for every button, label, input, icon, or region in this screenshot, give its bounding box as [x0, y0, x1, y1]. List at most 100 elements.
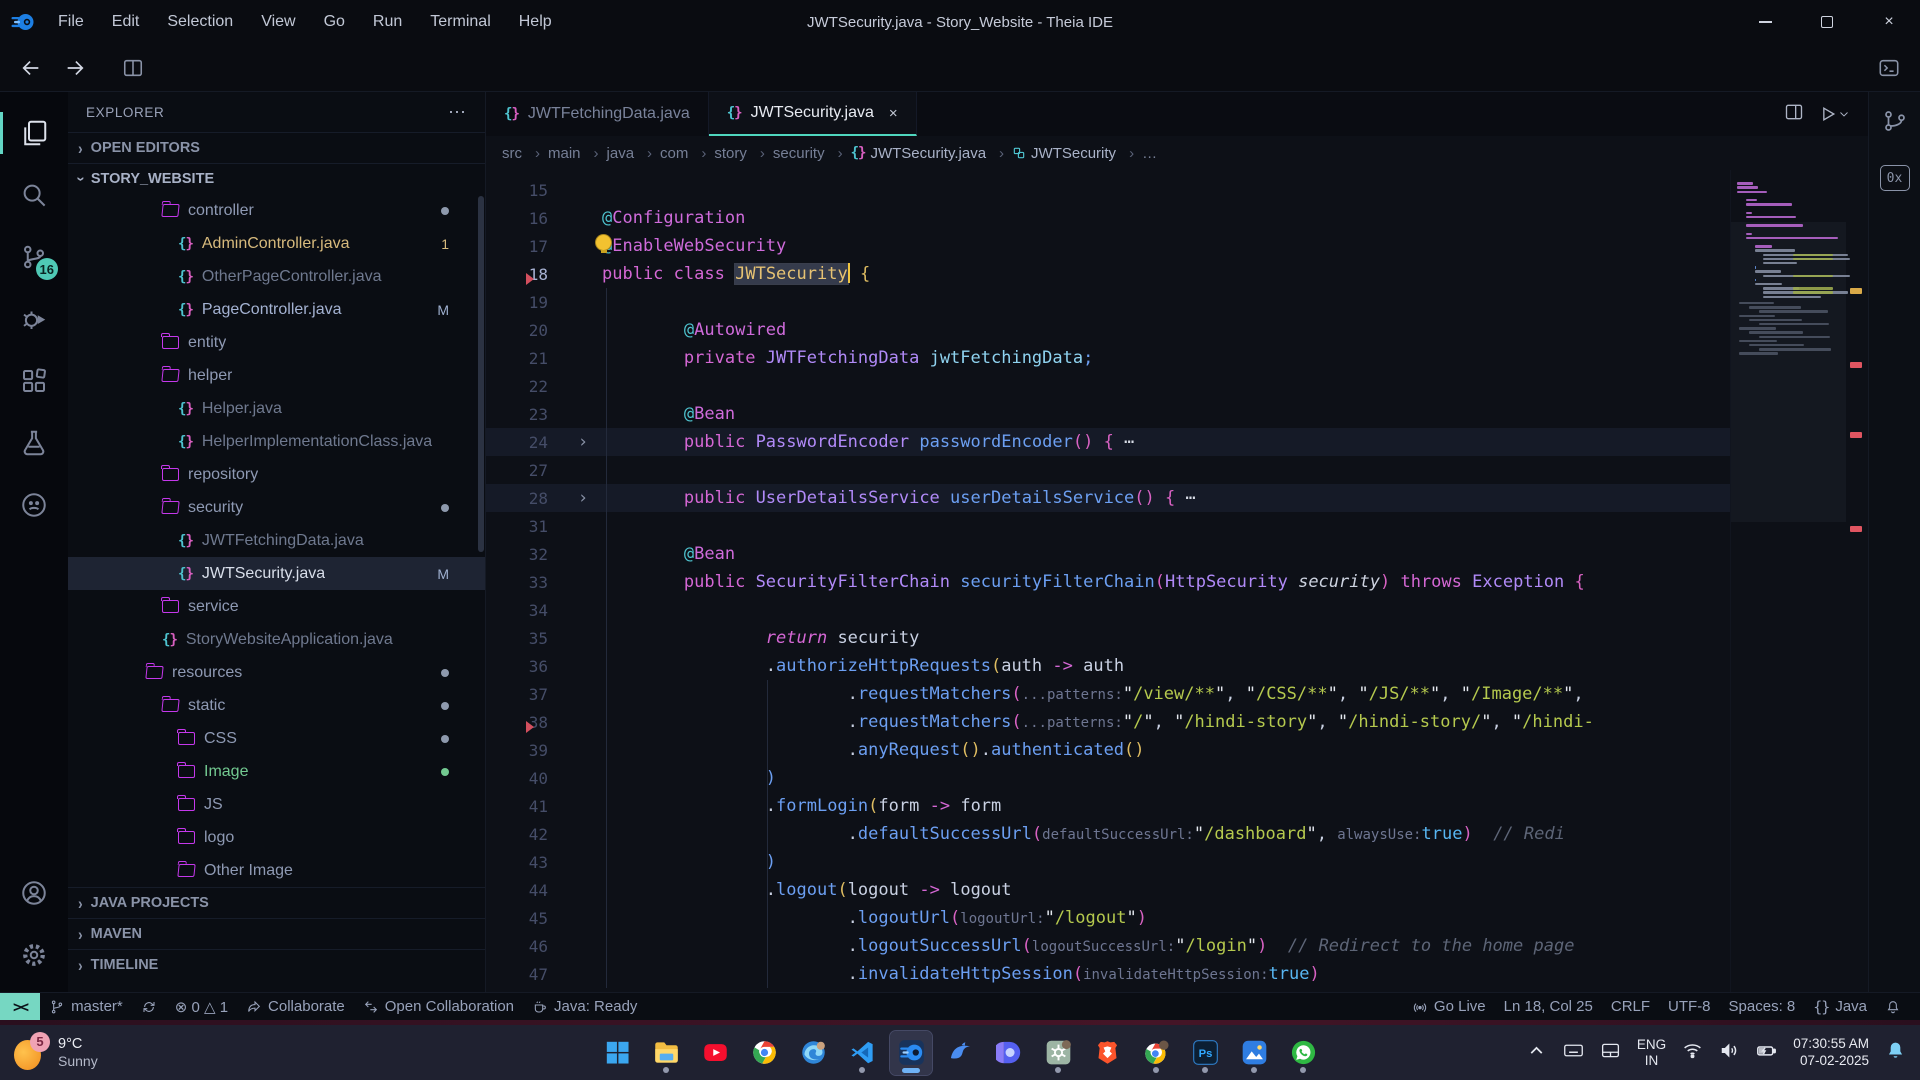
status-open-collaboration[interactable]: Open Collaboration: [354, 993, 523, 1020]
minimize-button[interactable]: [1734, 0, 1796, 44]
run-file-icon[interactable]: [1818, 104, 1850, 124]
menu-help[interactable]: Help: [507, 9, 564, 35]
status-collaborate[interactable]: Collaborate: [237, 993, 354, 1020]
code-line-41[interactable]: 41 .formLogin(form -> form: [486, 792, 1730, 820]
taskbar-vscode-icon[interactable]: [841, 1031, 883, 1075]
menu-view[interactable]: View: [249, 9, 307, 35]
code-line-42[interactable]: 42 .defaultSuccessUrl(defaultSuccessUrl:…: [486, 820, 1730, 848]
menu-selection[interactable]: Selection: [155, 9, 245, 35]
code-line-47[interactable]: 47 .invalidateHttpSession(invalidateHttp…: [486, 960, 1730, 988]
weather-widget[interactable]: 5 9°C Sunny: [0, 1036, 300, 1070]
overview-ruler[interactable]: [1846, 170, 1868, 992]
status-remote[interactable]: ><: [0, 993, 40, 1020]
taskbar-photos-icon[interactable]: [1233, 1031, 1275, 1075]
back-arrow-icon[interactable]: [14, 51, 48, 85]
taskbar-file-explorer-icon[interactable]: [645, 1031, 687, 1075]
code-line-40[interactable]: 40 ): [486, 764, 1730, 792]
tree-item-other-image[interactable]: Other Image: [68, 854, 485, 887]
split-editor-icon[interactable]: [1784, 102, 1804, 127]
tree-item-controller[interactable]: controller: [68, 194, 485, 227]
tree-item-image[interactable]: Image: [68, 755, 485, 788]
breadcrumb-item[interactable]: …: [1142, 145, 1157, 162]
taskbar-youtube-icon[interactable]: [694, 1031, 736, 1075]
tree-item-helper[interactable]: helper: [68, 359, 485, 392]
extensions-icon[interactable]: [0, 350, 68, 412]
breadcrumb-item[interactable]: main›: [548, 145, 599, 162]
wifi-icon[interactable]: [1682, 1040, 1703, 1066]
tree-item-repository[interactable]: repository: [68, 458, 485, 491]
menu-file[interactable]: File: [46, 9, 96, 35]
code-line-43[interactable]: 43 ): [486, 848, 1730, 876]
settings-icon[interactable]: [0, 924, 68, 986]
code-line-35[interactable]: 35 return security: [486, 624, 1730, 652]
section-timeline[interactable]: ›TIMELINE: [68, 949, 485, 980]
tree-item-static[interactable]: static: [68, 689, 485, 722]
breadcrumb-item[interactable]: src›: [502, 145, 540, 162]
code-line-17[interactable]: 17@EnableWebSecurity: [486, 232, 1730, 260]
close-tab-icon[interactable]: ×: [889, 105, 898, 122]
notification-bell-icon[interactable]: [1885, 1040, 1906, 1066]
breadcrumb-item[interactable]: java›: [607, 145, 653, 162]
debug-icon[interactable]: [0, 288, 68, 350]
code-line-22[interactable]: 22: [486, 372, 1730, 400]
source-control-icon[interactable]: 16: [0, 226, 68, 288]
tree-item-css[interactable]: CSS: [68, 722, 485, 755]
taskbar-whatsapp-icon[interactable]: [1282, 1031, 1324, 1075]
github-icon[interactable]: [0, 474, 68, 536]
code-line-32[interactable]: 32 @Bean: [486, 540, 1730, 568]
code-line-16[interactable]: 16@Configuration: [486, 204, 1730, 232]
taskbar-photoshop-icon[interactable]: Ps: [1184, 1031, 1226, 1075]
breadcrumb-item[interactable]: story›: [714, 145, 765, 162]
taskbar-loop-icon[interactable]: [988, 1031, 1030, 1075]
taskbar-brave-icon[interactable]: [1086, 1031, 1128, 1075]
breadcrumb-item[interactable]: security›: [773, 145, 843, 162]
fold-expand-icon[interactable]: ›: [572, 488, 594, 508]
tray-chevron-up-icon[interactable]: [1526, 1040, 1547, 1066]
code-line-44[interactable]: 44 .logout(logout -> logout: [486, 876, 1730, 904]
status-cursor-position[interactable]: Ln 18, Col 25: [1495, 993, 1602, 1020]
battery-icon[interactable]: [1756, 1040, 1777, 1066]
tree-item-resources[interactable]: resources: [68, 656, 485, 689]
code-line-28[interactable]: 28› public UserDetailsService userDetail…: [486, 484, 1730, 512]
open-editors-section[interactable]: › OPEN EDITORS: [68, 132, 485, 163]
explorer-more-actions-icon[interactable]: ⋯: [448, 102, 467, 123]
close-button[interactable]: ×: [1858, 0, 1920, 44]
section-maven[interactable]: ›MAVEN: [68, 918, 485, 949]
status-eol[interactable]: CRLF: [1602, 993, 1659, 1020]
menu-go[interactable]: Go: [312, 9, 357, 35]
status-indentation[interactable]: Spaces: 8: [1720, 993, 1805, 1020]
tree-item-helper-java[interactable]: {}Helper.java: [68, 392, 485, 425]
clock-widget[interactable]: 07:30:55 AM 07-02-2025: [1793, 1036, 1869, 1070]
tree-item-pagecontroller-java[interactable]: {}PageController.javaM: [68, 293, 485, 326]
minimap[interactable]: [1730, 170, 1846, 992]
tab-jwtfetchingdata.java[interactable]: {}JWTFetchingData.java: [486, 92, 709, 136]
menu-terminal[interactable]: Terminal: [418, 9, 502, 35]
status-java-status[interactable]: Java: Ready: [523, 993, 646, 1020]
split-columns-icon[interactable]: [116, 51, 150, 85]
tree-item-helperimplementationclass-java[interactable]: {}HelperImplementationClass.java: [68, 425, 485, 458]
status-encoding[interactable]: UTF-8: [1659, 993, 1720, 1020]
taskbar-theia-icon[interactable]: [890, 1031, 932, 1075]
status-go-live[interactable]: Go Live: [1403, 993, 1495, 1020]
forward-arrow-icon[interactable]: [58, 51, 92, 85]
status-problems[interactable]: ⊗ 0 △ 1: [166, 993, 237, 1020]
tab-jwtsecurity.java[interactable]: {}JWTSecurity.java×: [709, 92, 917, 136]
minimap-viewport[interactable]: [1731, 222, 1846, 522]
code-line-18[interactable]: 18public class JWTSecurity {: [486, 260, 1730, 288]
taskbar-chrome-profile-icon[interactable]: [1135, 1031, 1177, 1075]
code-line-38[interactable]: 38 .requestMatchers(...patterns:"/", "/h…: [486, 708, 1730, 736]
status-language[interactable]: {}Java: [1804, 993, 1876, 1020]
code-line-20[interactable]: 20 @Autowired: [486, 316, 1730, 344]
sidebar-scrollbar[interactable]: [478, 196, 484, 552]
code-line-39[interactable]: 39 .anyRequest().authenticated(): [486, 736, 1730, 764]
taskbar-chatgpt-icon[interactable]: [1037, 1031, 1079, 1075]
code-line-34[interactable]: 34: [486, 596, 1730, 624]
code-line-19[interactable]: 19: [486, 288, 1730, 316]
breadcrumb-item[interactable]: JWTSecurity›: [1012, 145, 1134, 162]
tree-item-jwtfetchingdata-java[interactable]: {}JWTFetchingData.java: [68, 524, 485, 557]
tree-item-entity[interactable]: entity: [68, 326, 485, 359]
language-indicator[interactable]: ENG IN: [1637, 1037, 1666, 1068]
taskbar-chrome-icon[interactable]: [743, 1031, 785, 1075]
tree-item-admincontroller-java[interactable]: {}AdminController.java1: [68, 227, 485, 260]
code-line-23[interactable]: 23 @Bean: [486, 400, 1730, 428]
